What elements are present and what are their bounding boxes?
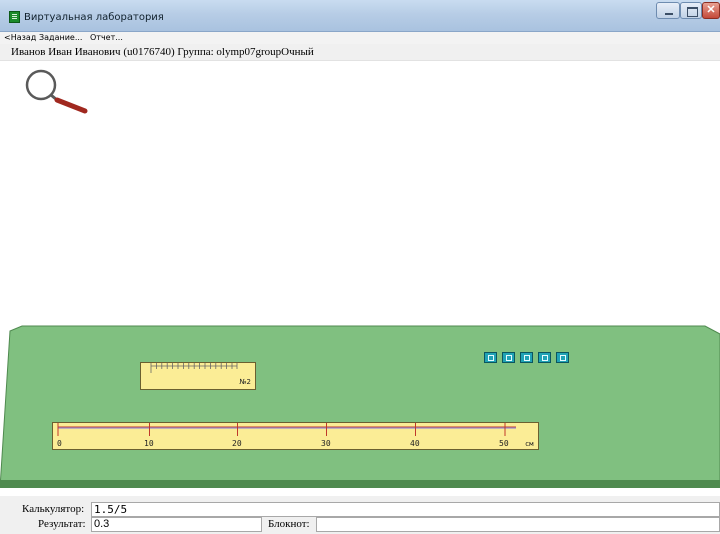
close-button[interactable]: ✕	[702, 2, 720, 19]
menu-back[interactable]: <Назад	[4, 33, 36, 42]
calculator-label: Калькулятор:	[22, 503, 85, 515]
app-icon	[9, 11, 20, 23]
tick-label: 10	[144, 439, 154, 448]
weight-block[interactable]	[520, 352, 533, 363]
user-info-text: Иванов Иван Иванович (u0176740) Группа: …	[11, 46, 314, 58]
weight-block[interactable]	[556, 352, 569, 363]
user-info-bar: Иванов Иван Иванович (u0176740) Группа: …	[0, 44, 720, 61]
weight-block[interactable]	[484, 352, 497, 363]
lab-table	[0, 325, 720, 488]
notes-label: Блокнот:	[268, 518, 310, 530]
small-ruler[interactable]: №2	[140, 362, 256, 390]
menu-task[interactable]: Задание...	[39, 33, 82, 42]
notes-input[interactable]	[316, 517, 720, 532]
weight-block[interactable]	[502, 352, 515, 363]
result-field: 0.3	[91, 517, 262, 532]
tick-label: 50	[499, 439, 509, 448]
tick-label: 0	[57, 439, 62, 448]
small-ruler-scale	[150, 363, 238, 373]
menu-report[interactable]: Отчет...	[90, 33, 123, 42]
maximize-button[interactable]	[680, 2, 702, 19]
minimize-button[interactable]	[656, 2, 680, 19]
weights-group	[484, 352, 574, 366]
large-ruler[interactable]: 0 10 20 30 40 50 см	[52, 422, 539, 450]
tick-label: 20	[232, 439, 242, 448]
tick-label: 40	[410, 439, 420, 448]
magnifier-icon[interactable]	[22, 66, 92, 116]
result-label: Результат:	[38, 518, 86, 530]
tick-label: 30	[321, 439, 331, 448]
large-ruler-scale	[57, 423, 516, 436]
window-title: Виртуальная лаборатория	[24, 12, 164, 23]
menu-bar: <Назад Задание... Отчет...	[0, 32, 720, 44]
ruler-unit-label: см	[525, 440, 534, 448]
title-bar: Виртуальная лаборатория ✕	[0, 0, 720, 32]
small-ruler-label: №2	[239, 378, 251, 386]
weight-block[interactable]	[538, 352, 551, 363]
calculator-input[interactable]: 1.5/5	[91, 502, 720, 517]
